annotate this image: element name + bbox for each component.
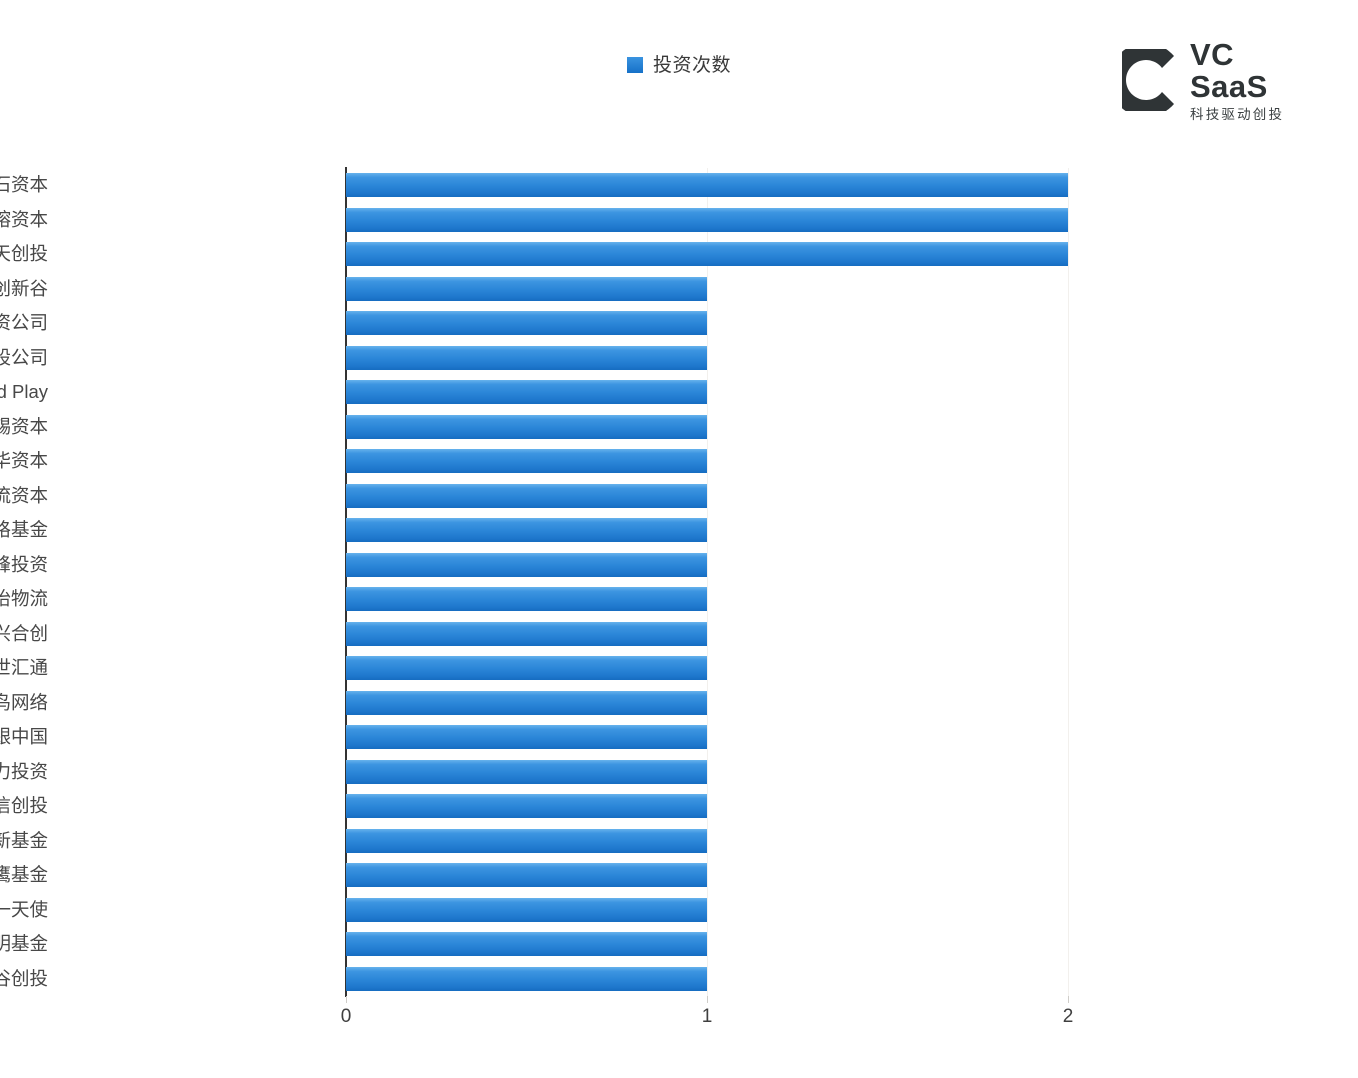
bar[interactable] xyxy=(346,587,707,611)
bar[interactable] xyxy=(346,897,707,922)
category-label: 信天创投 xyxy=(0,243,48,264)
bar[interactable] xyxy=(346,966,707,991)
category-label: 纽信创投 xyxy=(0,795,48,816)
bar[interactable] xyxy=(346,621,707,646)
bar[interactable] xyxy=(346,828,707,853)
bar-row: 心怡物流 xyxy=(0,582,1068,617)
category-label: 清流资本 xyxy=(0,484,48,506)
category-label: 软银中国 xyxy=(0,726,48,747)
bar[interactable] xyxy=(346,483,707,508)
category-label: 乾明基金 xyxy=(0,933,48,954)
bar[interactable] xyxy=(346,759,707,784)
bar[interactable] xyxy=(346,173,1068,197)
bar-row: 乾明基金 xyxy=(0,927,1068,962)
bar-row: 百世汇通 xyxy=(0,651,1068,686)
category-label: 真格基金 xyxy=(0,519,48,540)
category-label: 高榕资本 xyxy=(0,208,48,230)
bar-row: 纽信创投 xyxy=(0,789,1068,824)
x-tick-mark xyxy=(346,996,347,1003)
bar-row: 马来西亚国库控股公司 xyxy=(0,341,1068,376)
bar[interactable] xyxy=(346,207,1068,232)
bar-row: 软银中国 xyxy=(0,720,1068,755)
bar-row: 创新谷 xyxy=(0,272,1068,307)
bar-row: 真格基金 xyxy=(0,513,1068,548)
bar[interactable] xyxy=(346,518,707,542)
bar[interactable] xyxy=(346,414,707,439)
x-tick-mark xyxy=(1068,996,1069,1003)
bar-row: 祥峰投资 xyxy=(0,548,1068,583)
bar-row: 火山石资本 xyxy=(0,168,1068,203)
bar[interactable] xyxy=(346,552,707,577)
bar-row: 春华资本 xyxy=(0,444,1068,479)
category-label: 老鹰基金 xyxy=(0,864,48,885)
bar-row: 易一天使 xyxy=(0,893,1068,928)
category-label: 中兴合创 xyxy=(0,622,48,644)
bar-row: 嘉道谷创投 xyxy=(0,962,1068,997)
bar[interactable] xyxy=(346,276,707,301)
bar-row: 合力投资 xyxy=(0,755,1068,790)
bar[interactable] xyxy=(346,690,707,715)
category-label: 春华资本 xyxy=(0,450,48,471)
category-label: 马来西亚国库控股公司 xyxy=(0,346,48,368)
bar-row: 信天创投 xyxy=(0,237,1068,272)
category-label: 菜鸟网络 xyxy=(0,691,48,713)
bar-row: 新加坡政府投资公司 xyxy=(0,306,1068,341)
category-label: Plug and Play xyxy=(0,381,48,402)
x-tick-mark xyxy=(707,996,708,1003)
bar-row: Temasek淡马锡资本 xyxy=(0,410,1068,445)
x-tick-label: 2 xyxy=(1062,1006,1074,1027)
bar[interactable] xyxy=(346,794,707,818)
gridline xyxy=(1068,168,1069,996)
x-tick-label: 0 xyxy=(340,1006,352,1027)
bar[interactable] xyxy=(346,242,1068,266)
category-label: 清华大学创新基金 xyxy=(0,829,48,851)
category-label: 合力投资 xyxy=(0,760,48,782)
plot-area: 火山石资本高榕资本信天创投创新谷新加坡政府投资公司马来西亚国库控股公司 Plug … xyxy=(0,168,1068,997)
category-label: 心怡物流 xyxy=(0,588,48,609)
category-label: 祥峰投资 xyxy=(0,553,48,575)
category-label: 创新谷 xyxy=(0,277,48,299)
x-tick-label: 1 xyxy=(701,1006,713,1027)
bar-row: 清流资本 xyxy=(0,479,1068,514)
category-label: 百世汇通 xyxy=(0,657,48,678)
bar[interactable] xyxy=(346,345,707,370)
category-label: 新加坡政府投资公司 xyxy=(0,312,48,333)
bar[interactable] xyxy=(346,449,707,473)
bar-row: 中兴合创 xyxy=(0,617,1068,652)
bar[interactable] xyxy=(346,863,707,887)
bar[interactable] xyxy=(346,725,707,749)
horizontal-bar-chart: 0 1 2 火山石资本高榕资本信天创投创新谷新加坡政府投资公司马来西亚国库控股公司 P… xyxy=(0,0,1358,1078)
bar[interactable] xyxy=(346,380,707,404)
bar[interactable] xyxy=(346,311,707,335)
bar[interactable] xyxy=(346,656,707,680)
category-label: Temasek淡马锡资本 xyxy=(0,415,48,437)
category-label: 火山石资本 xyxy=(0,174,48,195)
bar-row: 老鹰基金 xyxy=(0,858,1068,893)
bar-row: 高榕资本 xyxy=(0,203,1068,238)
category-label: 易一天使 xyxy=(0,898,48,920)
bar-row: 清华大学创新基金 xyxy=(0,824,1068,859)
category-label: 嘉道谷创投 xyxy=(0,967,48,989)
bar-row: 菜鸟网络 xyxy=(0,686,1068,721)
bar-row: Plug and Play xyxy=(0,375,1068,410)
bar[interactable] xyxy=(346,932,707,956)
